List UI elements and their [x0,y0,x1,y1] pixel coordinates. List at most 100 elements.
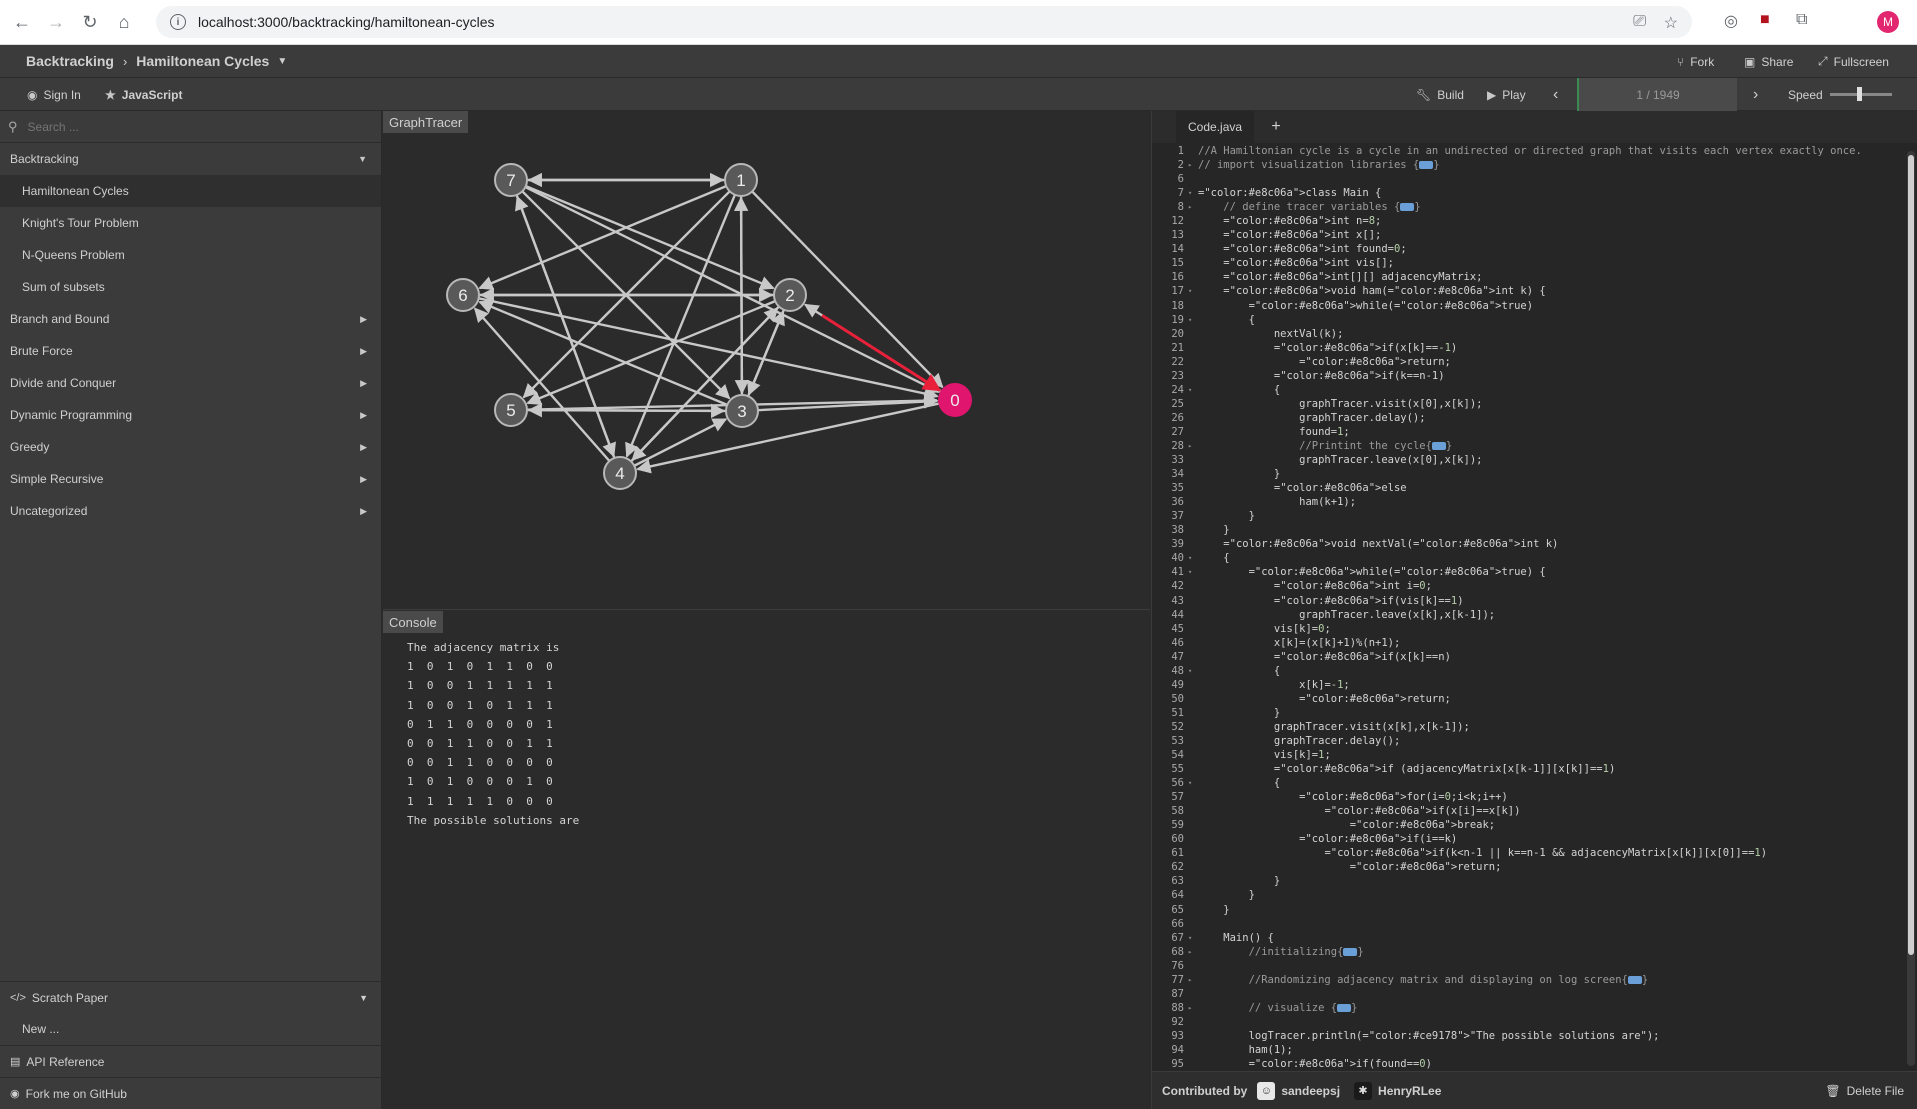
code-line[interactable]: 58 ="color:#e8c06a">if(x[i]==x[k]) [1152,804,1904,818]
graph-node-2[interactable]: 2 [773,278,807,312]
code-line[interactable]: 17 ▾ ="color:#e8c06a">void ham(="color:#e… [1152,284,1904,298]
code-line[interactable]: 66 [1152,917,1904,931]
code-line[interactable]: 64 } [1152,888,1904,902]
code-line[interactable]: 8 ▸ // define tracer variables {} [1152,200,1904,214]
code-line[interactable]: 52 graphTracer.visit(x[k],x[k-1]); [1152,720,1904,734]
code-line[interactable]: 25 graphTracer.visit(x[0],x[k]); [1152,397,1904,411]
category-branch-and-bound[interactable]: Branch and Bound ▶ [0,303,381,335]
scratch-paper-toggle[interactable]: </> Scratch Paper ▼ [0,981,382,1013]
sidebar-item-hamiltonean-cycles[interactable]: Hamiltonean Cycles [0,175,381,207]
pdf-extension-icon[interactable]: ■ [1760,11,1770,29]
code-line[interactable]: 6 [1152,172,1904,186]
prev-step-button[interactable]: ‹ [1553,78,1558,111]
build-button[interactable]: 🔧︎ Build [1416,78,1464,111]
language-button[interactable]: ★ JavaScript [105,78,182,111]
code-line[interactable]: 88 ▸ // visualize {} [1152,1001,1904,1015]
extensions-puzzle-icon[interactable]: ⧉ [1796,11,1807,29]
code-line[interactable]: 26 graphTracer.delay(); [1152,411,1904,425]
category-greedy[interactable]: Greedy ▶ [0,431,381,463]
code-line[interactable]: 20 nextVal(k); [1152,327,1904,341]
code-line[interactable]: 37 } [1152,509,1904,523]
graph-node-7[interactable]: 7 [494,163,528,197]
category-brute-force[interactable]: Brute Force ▶ [0,335,381,367]
code-line[interactable]: 77 ▸ //Randomizing adjacency matrix and d… [1152,973,1904,987]
tab-code-java[interactable]: Code.java [1176,111,1255,143]
code-line[interactable]: 61 ="color:#e8c06a">if(k<n-1 || k==n-1 &… [1152,846,1904,860]
code-line[interactable]: 95 ="color:#e8c06a">if(found==0) [1152,1057,1904,1069]
code-line[interactable]: 45 vis[k]=0; [1152,622,1904,636]
code-line[interactable]: 59 ="color:#e8c06a">break; [1152,818,1904,832]
new-scratch-button[interactable]: New ... [0,1013,382,1045]
sidebar-item-sum-of-subsets[interactable]: Sum of subsets [0,271,381,303]
code-line[interactable]: 41 ▾ ="color:#e8c06a">while(="color:#e8c0… [1152,565,1904,579]
breadcrumb-category[interactable]: Backtracking [26,53,114,69]
code-line[interactable]: 36 ham(k+1); [1152,495,1904,509]
code-line[interactable]: 24 ▾ { [1152,383,1904,397]
code-line[interactable]: 53 graphTracer.delay(); [1152,734,1904,748]
next-step-button[interactable]: › [1753,78,1758,111]
code-line[interactable]: 55 ="color:#e8c06a">if (adjacencyMatrix[… [1152,762,1904,776]
code-line[interactable]: 46 x[k]=(x[k]+1)%(n+1); [1152,636,1904,650]
category-uncategorized[interactable]: Uncategorized ▶ [0,495,381,527]
code-line[interactable]: 51 } [1152,706,1904,720]
code-line[interactable]: 18 ="color:#e8c06a">while(="color:#e8c06… [1152,299,1904,313]
code-line[interactable]: 23 ="color:#e8c06a">if(k==n-1) [1152,369,1904,383]
fullscreen-button[interactable]: ⤢ Fullscreen [1818,45,1889,78]
code-line[interactable]: 87 [1152,987,1904,1001]
code-line[interactable]: 34 } [1152,467,1904,481]
code-line[interactable]: 38 } [1152,523,1904,537]
code-line[interactable]: 49 x[k]=-1; [1152,678,1904,692]
contributor-link[interactable]: HenryRLee [1378,1084,1441,1098]
sidebar-item-knights-tour[interactable]: Knight's Tour Problem [0,207,381,239]
code-line[interactable]: 28 ▸ //Printint the cycle{} [1152,439,1904,453]
code-line[interactable]: 62 ="color:#e8c06a">return; [1152,860,1904,874]
graph-canvas[interactable]: 0 1 2 3 4 5 6 7 [383,111,1150,610]
code-line[interactable]: 68 ▸ //initializing{} [1152,945,1904,959]
code-line[interactable]: 33 graphTracer.leave(x[0],x[k]); [1152,453,1904,467]
graph-node-1[interactable]: 1 [724,163,758,197]
share-button[interactable]: ▣ Share [1744,45,1793,78]
home-icon[interactable]: ⌂ [112,10,136,34]
caret-down-icon[interactable]: ▼ [277,56,287,67]
search-bar[interactable]: ⚲ [0,111,381,143]
code-line[interactable]: 7 ▾ ="color:#e8c06a">class Main { [1152,186,1904,200]
graph-node-5[interactable]: 5 [494,393,528,427]
forward-icon[interactable]: → [44,10,68,34]
code-line[interactable]: 12 ="color:#e8c06a">int n=8; [1152,214,1904,228]
category-simple-recursive[interactable]: Simple Recursive ▶ [0,463,381,495]
reload-icon[interactable]: ↻ [78,10,102,34]
code-editor[interactable]: 1 //A Hamiltonian cycle is a cycle in an … [1152,144,1904,1069]
code-line[interactable]: 67 ▾ Main() { [1152,931,1904,945]
code-line[interactable]: 92 [1152,1015,1904,1029]
code-line[interactable]: 42 ="color:#e8c06a">int i=0; [1152,579,1904,593]
code-line[interactable]: 65 } [1152,903,1904,917]
code-line[interactable]: 16 ="color:#e8c06a">int[][] adjacencyMat… [1152,270,1904,284]
extension-icon[interactable]: ◎ [1724,11,1738,31]
add-file-button[interactable]: + [1264,111,1288,143]
code-line[interactable]: 48 ▾ { [1152,664,1904,678]
sidebar-item-n-queens[interactable]: N-Queens Problem [0,239,381,271]
bookmark-star-icon[interactable]: ☆ [1664,13,1678,33]
code-line[interactable]: 2 ▸// import visualization libraries {} [1152,158,1904,172]
code-line[interactable]: 27 found=1; [1152,425,1904,439]
code-line[interactable]: 13 ="color:#e8c06a">int x[]; [1152,228,1904,242]
address-bar[interactable]: i localhost:3000/backtracking/hamiltonea… [156,6,1692,38]
code-line[interactable]: 44 graphTracer.leave(x[k],x[k-1]); [1152,608,1904,622]
delete-file-button[interactable]: 🗑︎ Delete File [1825,1084,1904,1098]
code-line[interactable]: 93 logTracer.println(="color:#ce9178">"T… [1152,1029,1904,1043]
code-line[interactable]: 14 ="color:#e8c06a">int found=0; [1152,242,1904,256]
profile-avatar[interactable]: M [1877,11,1899,33]
code-line[interactable]: 1 //A Hamiltonian cycle is a cycle in an … [1152,144,1904,158]
url-text[interactable]: localhost:3000/backtracking/hamiltonean-… [198,14,495,30]
editor-scrollbar[interactable] [1907,151,1915,1066]
code-line[interactable]: 94 ham(1); [1152,1043,1904,1057]
install-icon[interactable]: ⎚ [1633,13,1646,31]
code-line[interactable]: 56 ▾ { [1152,776,1904,790]
graph-node-6[interactable]: 6 [446,278,480,312]
category-dynamic-programming[interactable]: Dynamic Programming ▶ [0,399,381,431]
fork-button[interactable]: ⑂ Fork [1677,45,1714,78]
code-line[interactable]: 76 [1152,959,1904,973]
category-divide-and-conquer[interactable]: Divide and Conquer ▶ [0,367,381,399]
code-line[interactable]: 40 ▾ { [1152,551,1904,565]
code-line[interactable]: 15 ="color:#e8c06a">int vis[]; [1152,256,1904,270]
